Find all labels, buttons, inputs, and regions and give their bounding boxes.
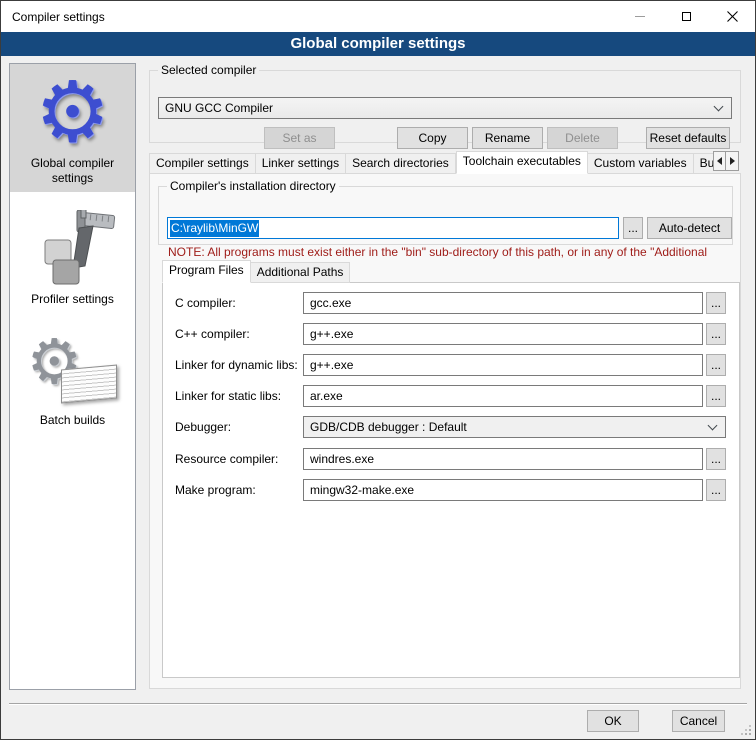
- compiler-select-value: GNU GCC Compiler: [165, 101, 273, 115]
- toolchain-executables-page: Compiler's installation directory C:\ray…: [149, 173, 741, 689]
- dynamic-linker-label: Linker for dynamic libs:: [175, 354, 298, 376]
- dynamic-linker-input[interactable]: [303, 354, 703, 376]
- sidebar-item-profiler-settings[interactable]: Profiler settings: [10, 202, 135, 313]
- cpp-compiler-browse-button[interactable]: ...: [706, 323, 726, 345]
- selected-compiler-group: Selected compiler GNU GCC Compiler Set a…: [149, 63, 741, 143]
- make-program-input[interactable]: [303, 479, 703, 501]
- sidebar-item-label: Batch builds: [12, 413, 133, 428]
- arrow-right-icon: [730, 157, 735, 165]
- maximize-button[interactable]: [663, 1, 709, 32]
- caliper-icon: [23, 210, 123, 290]
- debugger-select-value: GDB/CDB debugger : Default: [310, 420, 467, 434]
- program-files-page: C compiler: ... C++ compiler: ... Linker…: [162, 282, 740, 678]
- cpp-compiler-label: C++ compiler:: [175, 323, 250, 345]
- blue-gear-icon: ⚙: [12, 68, 133, 156]
- resource-compiler-label: Resource compiler:: [175, 448, 278, 470]
- program-tabs: Program Files Additional Paths: [162, 260, 350, 283]
- minimize-button[interactable]: [617, 1, 663, 32]
- gear-stack-icon: ⚙: [23, 335, 123, 411]
- tab-scroll-right-button[interactable]: [726, 151, 739, 171]
- tab-custom-variables[interactable]: Custom variables: [588, 153, 694, 174]
- tab-toolchain-executables[interactable]: Toolchain executables: [456, 151, 588, 174]
- page-title: Global compiler settings: [1, 32, 755, 56]
- rename-button[interactable]: Rename: [472, 127, 543, 149]
- caption-buttons: [617, 1, 755, 32]
- make-program-browse-button[interactable]: ...: [706, 479, 726, 501]
- arrow-left-icon: [717, 157, 722, 165]
- selected-text: C:\raylib\MinGW: [170, 220, 259, 237]
- delete-button[interactable]: Delete: [547, 127, 618, 149]
- tab-build-options[interactable]: Build options: [694, 153, 715, 174]
- close-icon: [727, 11, 738, 22]
- tab-scroll-arrows: [713, 151, 739, 171]
- static-linker-label: Linker for static libs:: [175, 385, 281, 407]
- close-button[interactable]: [709, 1, 755, 32]
- c-compiler-label: C compiler:: [175, 292, 236, 314]
- tab-additional-paths[interactable]: Additional Paths: [251, 262, 351, 283]
- sidebar-item-label: Profiler settings: [12, 292, 133, 307]
- sidebar-item-batch-builds[interactable]: ⚙ Batch builds: [10, 327, 135, 434]
- set-as-default-button[interactable]: Set as default: [264, 127, 335, 149]
- sidebar-item-global-compiler-settings[interactable]: ⚙ Global compiler settings: [10, 64, 135, 192]
- static-linker-input[interactable]: [303, 385, 703, 407]
- directory-browse-button[interactable]: ...: [623, 217, 643, 239]
- cpp-compiler-input[interactable]: [303, 323, 703, 345]
- resource-compiler-browse-button[interactable]: ...: [706, 448, 726, 470]
- ok-button[interactable]: OK: [587, 710, 639, 732]
- reset-defaults-button[interactable]: Reset defaults: [646, 127, 730, 149]
- static-linker-browse-button[interactable]: ...: [706, 385, 726, 407]
- installation-directory-label: Compiler's installation directory: [167, 179, 339, 193]
- main-tabs: Compiler settings Linker settings Search…: [149, 151, 715, 174]
- sidebar-item-label: Global compiler settings: [12, 156, 133, 186]
- selected-compiler-label: Selected compiler: [158, 63, 259, 77]
- debugger-label: Debugger:: [175, 416, 231, 438]
- auto-detect-button[interactable]: Auto-detect: [647, 217, 732, 239]
- maximize-icon: [682, 12, 691, 21]
- tab-compiler-settings[interactable]: Compiler settings: [149, 153, 256, 174]
- tab-scroll-left-button[interactable]: [713, 151, 726, 171]
- c-compiler-browse-button[interactable]: ...: [706, 292, 726, 314]
- tab-program-files[interactable]: Program Files: [162, 260, 251, 283]
- resource-compiler-input[interactable]: [303, 448, 703, 470]
- chevron-down-icon: [708, 421, 718, 431]
- installation-directory-input[interactable]: C:\raylib\MinGW: [167, 217, 619, 239]
- copy-button[interactable]: Copy: [397, 127, 468, 149]
- cancel-button[interactable]: Cancel: [672, 710, 725, 732]
- window-title: Compiler settings: [1, 10, 105, 24]
- compiler-settings-window: Compiler settings Global compiler settin…: [0, 0, 756, 740]
- sidebar: ⚙ Global compiler settings Profi: [9, 63, 136, 690]
- chevron-down-icon: [714, 102, 724, 112]
- resize-grip[interactable]: [749, 733, 751, 735]
- footer-divider: [9, 703, 747, 705]
- compiler-select[interactable]: GNU GCC Compiler: [158, 97, 732, 119]
- dynamic-linker-browse-button[interactable]: ...: [706, 354, 726, 376]
- make-program-label: Make program:: [175, 479, 256, 501]
- tab-search-directories[interactable]: Search directories: [346, 153, 456, 174]
- minimize-icon: [635, 16, 645, 17]
- debugger-select[interactable]: GDB/CDB debugger : Default: [303, 416, 726, 438]
- tab-linker-settings[interactable]: Linker settings: [256, 153, 346, 174]
- note-text: NOTE: All programs must exist either in …: [168, 245, 730, 259]
- installation-directory-group: Compiler's installation directory C:\ray…: [158, 179, 733, 245]
- c-compiler-input[interactable]: [303, 292, 703, 314]
